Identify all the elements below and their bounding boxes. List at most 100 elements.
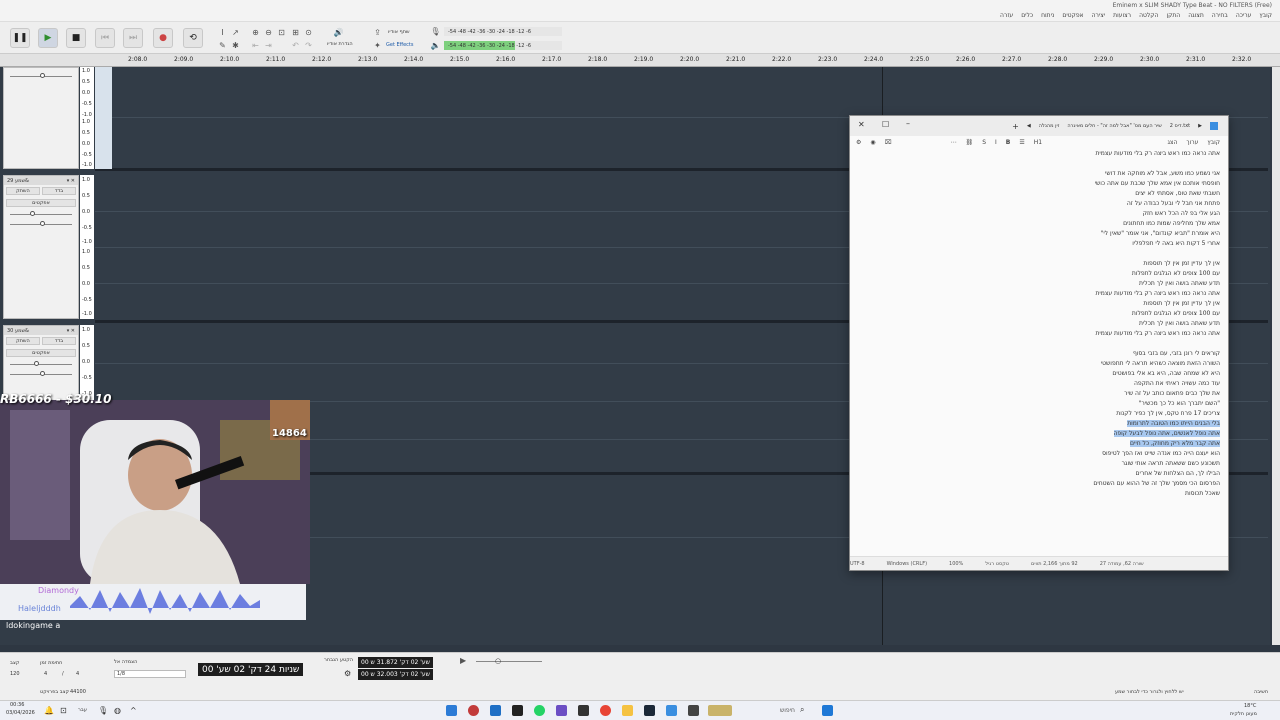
clock-time[interactable]: 00:36 (10, 702, 24, 708)
app-icon[interactable] (468, 705, 479, 716)
multi-tool-icon[interactable]: ✱ (230, 40, 241, 51)
track-3-pan-slider[interactable] (10, 370, 72, 379)
new-tab-icon[interactable]: + (1012, 122, 1019, 131)
menu-generate[interactable]: יצירה (1092, 12, 1106, 19)
fit-selection-icon[interactable]: ⊡ (276, 27, 287, 38)
menu-help[interactable]: עזרה (1000, 12, 1013, 19)
clock-date[interactable]: 03/04/2026 (6, 710, 35, 716)
file-explorer-icon[interactable] (622, 705, 633, 716)
mic-icon[interactable]: 🎙 (430, 26, 441, 37)
time-signature-b[interactable]: 4 (76, 671, 79, 677)
notepad-tab[interactable]: זין מהנלה (1039, 123, 1060, 129)
track-2-gain-slider[interactable] (10, 210, 72, 219)
draw-tool-icon[interactable]: ✎ (217, 40, 228, 51)
playback-meter[interactable]: -54 -48 -42 -36 -30 -24 -18 -12 -6 (444, 41, 562, 50)
play-button[interactable]: ▶ (38, 28, 58, 48)
chrome-icon[interactable] (600, 705, 611, 716)
search-icon[interactable]: ⌕ (800, 705, 804, 715)
speaker-icon[interactable]: 🔊 (333, 27, 344, 38)
close-icon[interactable]: ✕ (858, 120, 865, 129)
menu-record[interactable]: הקלטה (1139, 12, 1158, 19)
track-3-name-bar[interactable]: שמע 30& ▾ ✕ (4, 326, 78, 335)
menu-view[interactable]: הצג (1167, 139, 1177, 146)
track-2-name-bar[interactable]: שמע 29& ▾ ✕ (4, 176, 78, 185)
audio-setup-label[interactable]: הגדרת אודיו (327, 41, 353, 47)
track-header-1[interactable] (3, 67, 79, 169)
trim-icon[interactable]: ⇤ (250, 40, 261, 51)
stop-button[interactable]: ■ (66, 28, 86, 48)
strike-icon[interactable]: S (982, 139, 986, 146)
playback-meter-icon[interactable]: 🔈 (430, 40, 441, 51)
zoom-in-icon[interactable]: ⊕ (250, 27, 261, 38)
notepad-tab-active[interactable]: דיס 2.txt (1170, 123, 1190, 129)
heading-select[interactable]: H1 (1034, 139, 1042, 146)
weather-desc[interactable]: מעונן חלקית (1230, 711, 1257, 717)
steam-icon[interactable] (644, 705, 655, 716)
track-3-menu-icon[interactable]: ▾ ✕ (67, 328, 75, 334)
selection-start[interactable]: 00 שע' 02 דק' 31.872 ש (358, 657, 433, 668)
track-3-mute-button[interactable]: השתק (6, 337, 40, 345)
select-tool-icon[interactable]: I (217, 27, 228, 38)
notepad-window[interactable]: ✕ ☐ – + ◀ זין מהנלה שיר העם מס' "אבל למה… (849, 115, 1229, 571)
more-icon[interactable]: ⋯ (951, 139, 957, 146)
menu-tracks[interactable]: רצועות (1113, 12, 1131, 19)
notepad-tab[interactable]: שיר העם מס' "אבל למה זה" - חלים מאיגרה (1067, 123, 1161, 129)
mic-icon[interactable]: 🎙 (98, 706, 108, 715)
pause-button[interactable]: ❚❚ (10, 28, 30, 48)
start-icon[interactable] (822, 705, 833, 716)
menu-select[interactable]: בחירה (1212, 12, 1228, 19)
terminal-icon[interactable] (512, 705, 523, 716)
track-2-solo-button[interactable]: בדד (42, 187, 76, 195)
track-2-menu-icon[interactable]: ▾ ✕ (67, 178, 75, 184)
get-effects-label[interactable]: Get Effects (386, 42, 414, 48)
notification-icon[interactable]: 🔔 (44, 706, 54, 715)
menu-edit[interactable]: ערוך (1186, 139, 1198, 146)
track-header-2[interactable]: שמע 29& ▾ ✕ השתק בדד אפקטים (3, 175, 79, 319)
menu-effects[interactable]: אפקטים (1062, 12, 1083, 19)
redo-icon[interactable]: ↷ (303, 40, 314, 51)
selection-end[interactable]: 00 שע' 02 דק' 32.003 ש (358, 669, 433, 680)
track-1-gain-slider[interactable] (10, 72, 72, 81)
time-display[interactable]: שניות 24 דק' 02 שע' 00 (198, 663, 304, 676)
link-icon[interactable]: ⛓ (966, 139, 974, 146)
settings-icon[interactable]: ⚙ (856, 139, 861, 146)
fit-project-icon[interactable]: ⊞ (290, 27, 301, 38)
selection-region[interactable] (95, 67, 112, 169)
time-signature-a[interactable]: 4 (44, 671, 47, 677)
speed-slider-thumb[interactable]: ○ (495, 657, 501, 665)
track-2-effects-button[interactable]: אפקטים (6, 199, 76, 207)
taskbar-search[interactable]: חיפוש (780, 707, 795, 714)
menu-file[interactable]: קובץ (1207, 139, 1220, 146)
widget-icon[interactable] (708, 705, 732, 716)
menu-edit[interactable]: עריכה (1236, 12, 1252, 19)
envelope-tool-icon[interactable]: ↗ (230, 27, 241, 38)
skip-start-button[interactable]: ⏮ (95, 28, 115, 48)
minimize-icon[interactable]: – (906, 119, 910, 128)
language-indicator[interactable]: עבר (78, 707, 87, 713)
network-icon[interactable]: ◍ (114, 706, 121, 715)
record-meter[interactable]: -54 -48 -42 -36 -30 -24 -18 -12 -6 (444, 27, 562, 36)
record-button[interactable]: ● (153, 28, 173, 48)
app-icon[interactable] (578, 705, 589, 716)
menu-analyze[interactable]: ניתוח (1041, 12, 1054, 19)
whatsapp-icon[interactable] (534, 705, 545, 716)
app-icon[interactable] (666, 705, 677, 716)
app-icon[interactable] (490, 705, 501, 716)
menu-file[interactable]: קובץ (1259, 12, 1272, 19)
effects-icon[interactable]: ✦ (372, 40, 383, 51)
skip-end-button[interactable]: ⏭ (123, 28, 143, 48)
tray-up-icon[interactable]: ^ (130, 706, 137, 715)
project-rate[interactable]: 44100 (70, 689, 86, 695)
italic-icon[interactable]: I (995, 139, 997, 146)
notepad-text[interactable]: אתה נראה כמו ראש ביצה רק בלי מודעות עצמי… (920, 149, 1220, 499)
copilot-icon[interactable]: ◉ (870, 139, 875, 146)
zoom-out-icon[interactable]: ⊖ (263, 27, 274, 38)
zoom-toggle-icon[interactable]: ⊙ (303, 27, 314, 38)
undo-icon[interactable]: ↶ (290, 40, 301, 51)
menu-transport[interactable]: התקן (1166, 12, 1180, 19)
menu-view[interactable]: תצוגה (1188, 12, 1204, 19)
app-icon[interactable] (556, 705, 567, 716)
vertical-scrollbar[interactable] (1272, 67, 1280, 645)
snap-select[interactable]: 1/8 (114, 670, 186, 678)
track-2-mute-button[interactable]: השתק (6, 187, 40, 195)
